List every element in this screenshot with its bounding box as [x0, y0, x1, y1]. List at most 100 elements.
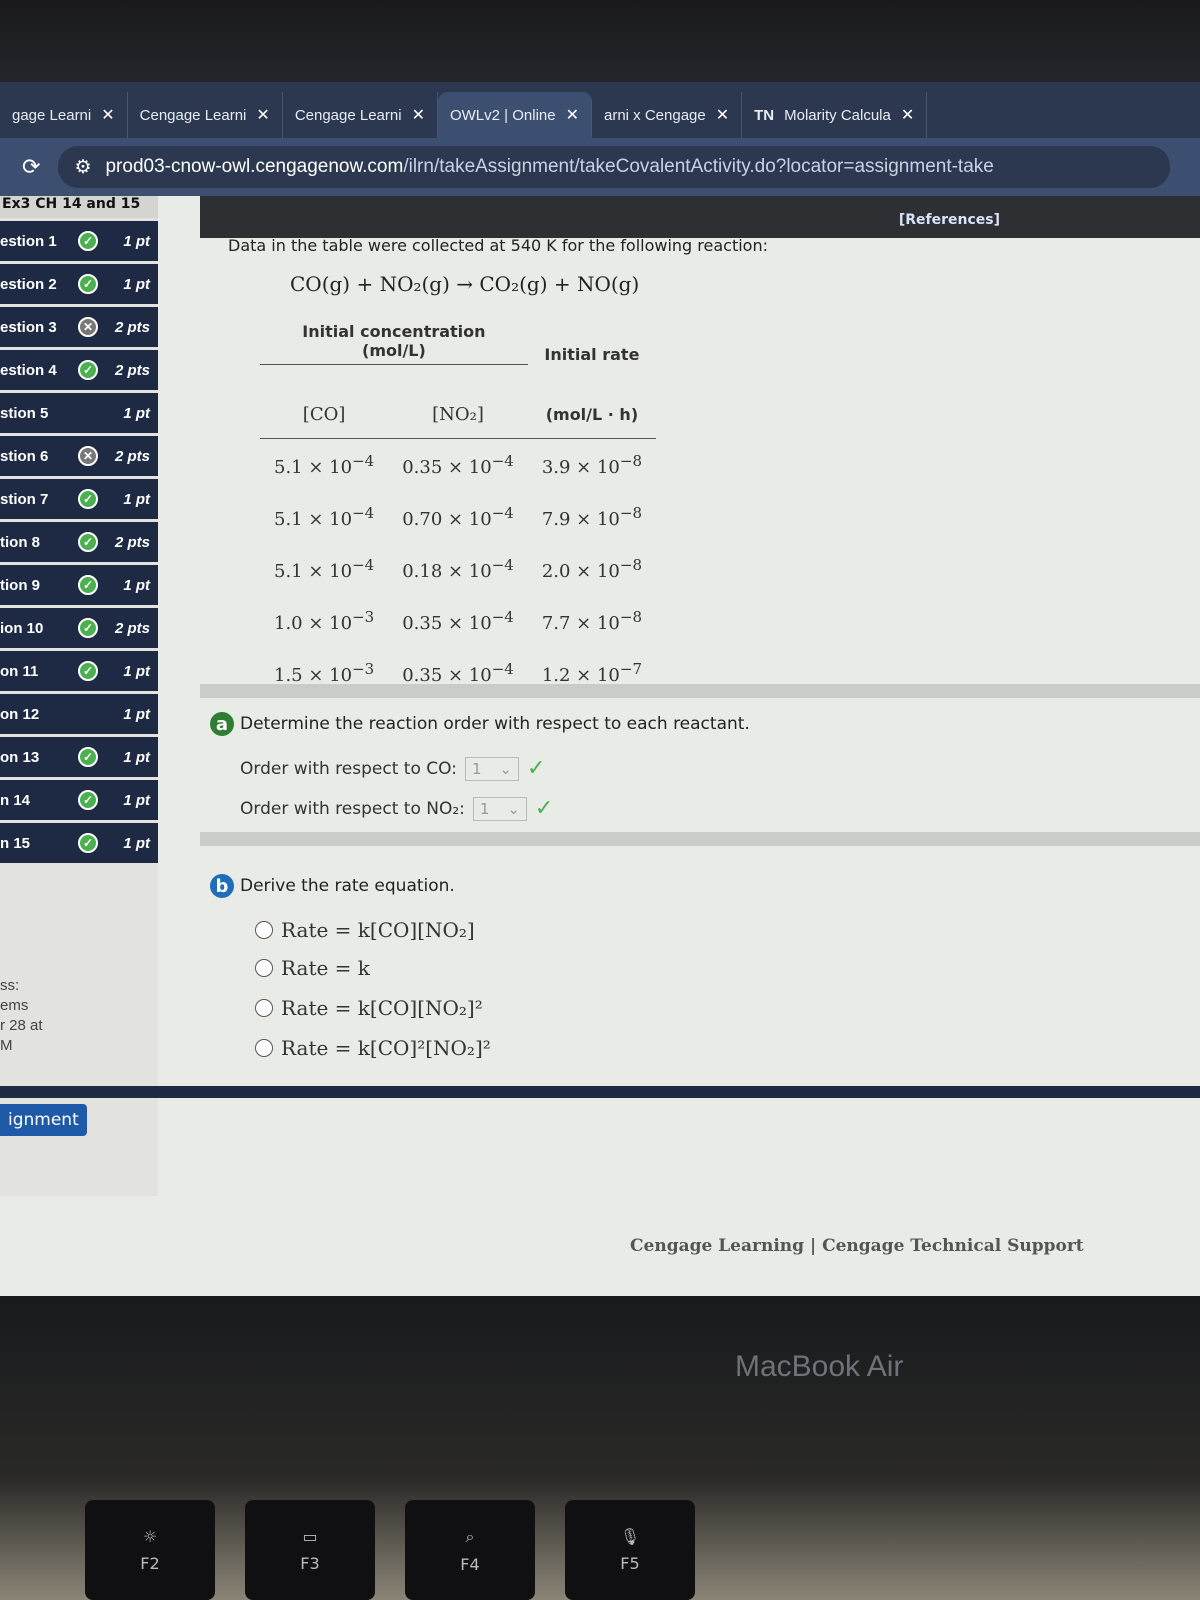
key-f2[interactable]: ☼ F2: [85, 1500, 215, 1600]
references-bar: [References]: [200, 196, 1200, 238]
tab-title: Cengage Learni: [139, 106, 247, 124]
tech-support-link[interactable]: Cengage Technical Support: [822, 1236, 1084, 1256]
question-nav-item[interactable]: stion 5 1 pt: [0, 393, 158, 433]
close-tab-icon[interactable]: ✕: [901, 105, 914, 125]
question-nav-item[interactable]: n 15 ✓ 1 pt: [0, 823, 158, 863]
question-label: on 11: [0, 662, 39, 680]
correct-icon: ✓: [78, 489, 98, 509]
browser-tab[interactable]: Cengage Learni ✕: [283, 92, 438, 138]
question-points: 1 pt: [123, 748, 150, 766]
rate-option[interactable]: Rate = k[CO]²[NO₂]²: [255, 1036, 491, 1060]
cell-co: 5.1 × 10−4: [274, 452, 375, 478]
question-label: estion 1: [0, 232, 57, 250]
order-co-select[interactable]: 1 ⌄: [464, 756, 519, 781]
correct-icon: ✓: [78, 661, 98, 681]
key-f4[interactable]: ⌕ F4: [405, 1500, 535, 1600]
close-tab-icon[interactable]: ✕: [412, 105, 425, 125]
address-bar: ⟳ ⚙ prod03-cnow-owl.cengagenow.com/ilrn/…: [0, 138, 1200, 196]
browser-tab[interactable]: Cengage Learni ✕: [128, 92, 283, 138]
url-field[interactable]: ⚙ prod03-cnow-owl.cengagenow.com/ilrn/ta…: [58, 146, 1170, 188]
question-nav-item[interactable]: tion 9 ✓ 1 pt: [0, 565, 158, 605]
mission-control-icon: ▭: [302, 1527, 318, 1546]
radio-button[interactable]: [255, 921, 273, 939]
correct-icon: ✓: [78, 532, 98, 552]
rate-option[interactable]: Rate = k[CO][NO₂]: [255, 918, 475, 942]
question-nav-item[interactable]: estion 1 ✓ 1 pt: [0, 221, 158, 261]
search-icon: ⌕: [465, 1526, 475, 1546]
laptop-brand: MacBook Air: [735, 1350, 904, 1383]
correct-icon: ✓: [78, 274, 98, 294]
footer-links: Cengage Learning | Cengage Technical Sup…: [630, 1236, 1084, 1256]
question-points: 1 pt: [123, 662, 150, 680]
assignment-button[interactable]: ignment: [0, 1104, 87, 1136]
browser-tab[interactable]: OWLv2 | Online ✕: [437, 92, 592, 138]
question-nav-item[interactable]: on 11 ✓ 1 pt: [0, 651, 158, 691]
question-label: stion 5: [0, 404, 49, 422]
browser-tab[interactable]: arni x Cengage ✕: [592, 92, 743, 138]
question-nav-item[interactable]: stion 6 ✕ 2 pts: [0, 436, 158, 476]
assignment-page: Ex3 CH 14 and 15 estion 1 ✓ 1 pt estion 2 ✓ 1…: [0, 196, 1200, 1296]
progress-line: ss:: [0, 977, 20, 994]
table-header-concentration: Initial concentration (mol/L): [260, 318, 528, 365]
key-f5[interactable]: 🎙 F5: [565, 1500, 695, 1600]
question-nav-item[interactable]: ion 10 ✓ 2 pts: [0, 608, 158, 648]
question-sidebar: Ex3 CH 14 and 15 estion 1 ✓ 1 pt estion 2 ✓ 1…: [0, 196, 158, 1196]
url-path: /ilrn/takeAssignment/takeCovalentActivit…: [403, 156, 994, 177]
radio-button[interactable]: [255, 999, 273, 1017]
question-points: 2 pts: [114, 533, 150, 551]
tab-title: OWLv2 | Online: [449, 106, 556, 124]
question-label: stion 6: [0, 447, 49, 465]
question-points: 2 pts: [114, 318, 150, 336]
no-status: [78, 403, 98, 423]
close-tab-icon[interactable]: ✕: [566, 105, 579, 125]
question-nav-item[interactable]: on 12 1 pt: [0, 694, 158, 734]
question-label: n 15: [0, 834, 31, 852]
rate-option[interactable]: Rate = k[CO][NO₂]²: [255, 996, 483, 1020]
close-tab-icon[interactable]: ✕: [716, 105, 729, 125]
question-nav-item[interactable]: stion 7 ✓ 1 pt: [0, 479, 158, 519]
divider: [0, 1086, 1200, 1098]
tab-title: Cengage Learni: [294, 106, 402, 124]
correct-icon: ✓: [78, 575, 98, 595]
question-nav-item[interactable]: estion 3 ✕ 2 pts: [0, 307, 158, 347]
key-f3[interactable]: ▭ F3: [245, 1500, 375, 1600]
cell-co: 1.0 × 10−3: [274, 608, 375, 634]
browser-tab[interactable]: gage Learni ✕: [0, 92, 128, 138]
question-label: estion 2: [0, 275, 57, 293]
progress-line: r 28 at: [0, 1017, 43, 1034]
part-b-badge: b: [210, 874, 234, 898]
progress-line: ems: [0, 997, 29, 1014]
question-nav-item[interactable]: estion 4 ✓ 2 pts: [0, 350, 158, 390]
brightness-icon: ☼: [142, 1527, 158, 1546]
table-row: 5.1 × 10−4 0.70 × 10−4 7.9 × 10−8: [260, 491, 656, 543]
site-info-icon[interactable]: ⚙: [74, 156, 91, 179]
radio-button[interactable]: [255, 1039, 273, 1057]
rate-option[interactable]: Rate = k: [255, 956, 370, 980]
question-nav-item[interactable]: n 14 ✓ 1 pt: [0, 780, 158, 820]
question-points: 1 pt: [123, 791, 150, 809]
close-tab-icon[interactable]: ✕: [256, 105, 269, 125]
close-tab-icon[interactable]: ✕: [101, 105, 114, 125]
cell-co: 5.1 × 10−4: [274, 556, 375, 582]
question-points: 2 pts: [114, 361, 150, 379]
table-row: 5.1 × 10−4 0.18 × 10−4 2.0 × 10−8: [260, 543, 656, 595]
rate-data-table: Initial concentration (mol/L) Initial rate…: [260, 318, 657, 699]
question-points: 1 pt: [123, 232, 150, 250]
question-nav-item[interactable]: estion 2 ✓ 1 pt: [0, 264, 158, 304]
question-label: n 14: [0, 791, 31, 809]
tab-bar: gage Learni ✕ Cengage Learni ✕ Cengage Learn…: [0, 82, 1200, 138]
part-a-badge: a: [210, 712, 234, 736]
radio-button[interactable]: [255, 959, 273, 977]
question-nav-item[interactable]: tion 8 ✓ 2 pts: [0, 522, 158, 562]
cell-rate: 7.7 × 10−8: [541, 608, 643, 634]
references-link[interactable]: [References]: [899, 212, 1000, 238]
order-no2-select[interactable]: 1 ⌄: [472, 796, 527, 821]
question-label: tion 9: [0, 576, 40, 594]
question-nav-item[interactable]: on 13 ✓ 1 pt: [0, 737, 158, 777]
cengage-learning-link[interactable]: Cengage Learning: [630, 1236, 804, 1256]
browser-tab[interactable]: TN Molarity Calcula ✕: [742, 92, 928, 138]
assignment-title: Ex3 CH 14 and 15: [0, 196, 158, 218]
question-points: 1 pt: [123, 404, 150, 422]
reload-icon[interactable]: ⟳: [22, 155, 40, 180]
tab-title: arni x Cengage: [604, 106, 706, 124]
